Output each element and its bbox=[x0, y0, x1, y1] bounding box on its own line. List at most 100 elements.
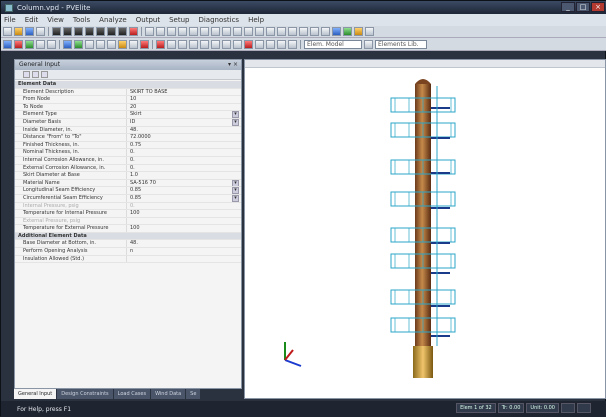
lug-icon[interactable] bbox=[266, 27, 275, 36]
help-icon[interactable] bbox=[365, 27, 374, 36]
property-row[interactable]: Material Name SA-516 70 ▾ bbox=[15, 179, 241, 188]
tray-icon[interactable] bbox=[244, 27, 253, 36]
property-row[interactable]: Temperature for Internal Pressure 100 bbox=[15, 210, 241, 218]
property-row[interactable]: Nominal Thickness, in. 0. bbox=[15, 149, 241, 157]
property-value[interactable]: 0. bbox=[127, 149, 241, 156]
packing-icon[interactable] bbox=[222, 27, 231, 36]
property-row[interactable]: Element Description SKIRT TO BASE bbox=[15, 88, 241, 97]
property-row[interactable]: Element Type Skirt ▾ bbox=[15, 111, 241, 119]
show-labels-icon[interactable] bbox=[167, 39, 176, 49]
platform-icon[interactable] bbox=[156, 27, 165, 36]
panel-pin-icon[interactable]: ▾ × bbox=[228, 60, 238, 70]
solid-icon[interactable] bbox=[118, 39, 127, 49]
side-view-icon[interactable] bbox=[85, 39, 94, 49]
property-value[interactable]: 0. bbox=[127, 165, 241, 172]
menu-file[interactable]: File bbox=[4, 16, 16, 24]
property-row[interactable]: To Node 20 bbox=[15, 103, 241, 112]
weight-icon[interactable] bbox=[178, 27, 187, 36]
property-row[interactable]: Circumferential Seam Efficiency 0.85 ▾ bbox=[15, 194, 241, 203]
zoom-out-icon[interactable] bbox=[25, 39, 34, 49]
property-row[interactable]: Finished Thickness, in. 0.75 bbox=[15, 141, 241, 150]
cut-icon[interactable] bbox=[52, 27, 61, 36]
property-row[interactable]: Inside Diameter, in. 48. bbox=[15, 126, 241, 135]
clear-icon[interactable] bbox=[244, 39, 253, 49]
shell-icon[interactable] bbox=[321, 27, 330, 36]
redo-icon[interactable] bbox=[96, 27, 105, 36]
tab-general-input[interactable]: General Input bbox=[14, 389, 57, 399]
measure-icon[interactable] bbox=[211, 39, 220, 49]
pan-icon[interactable] bbox=[36, 39, 45, 49]
filter-icon[interactable] bbox=[233, 39, 242, 49]
fit-view-icon[interactable] bbox=[47, 39, 56, 49]
dropdown-arrow-icon[interactable]: ▾ bbox=[232, 118, 239, 126]
tab-design-constraints[interactable]: Design Constraints bbox=[57, 389, 113, 399]
options-icon[interactable] bbox=[288, 39, 297, 49]
color-blue-icon[interactable] bbox=[332, 27, 341, 36]
property-value[interactable]: Skirt ▾ bbox=[127, 111, 241, 118]
model-view-panel[interactable] bbox=[244, 59, 606, 399]
property-value[interactable]: SA-516 70 ▾ bbox=[127, 179, 241, 187]
element-model-combo[interactable]: Elem. Model bbox=[304, 39, 362, 49]
new-file-icon[interactable] bbox=[3, 27, 12, 36]
iso-view-icon[interactable] bbox=[63, 39, 72, 49]
menu-output[interactable]: Output bbox=[136, 16, 160, 24]
nozzle-icon[interactable] bbox=[145, 27, 154, 36]
property-value[interactable]: 48. bbox=[127, 127, 241, 134]
property-value[interactable]: ID ▾ bbox=[127, 118, 241, 126]
property-value[interactable]: n bbox=[127, 248, 241, 255]
render-icon[interactable] bbox=[140, 39, 149, 49]
menu-tools[interactable]: Tools bbox=[73, 16, 90, 24]
combo-arrow-icon[interactable] bbox=[364, 39, 373, 49]
property-value[interactable]: 100 bbox=[127, 210, 241, 217]
zoom-in-icon[interactable] bbox=[14, 39, 23, 49]
head-icon[interactable] bbox=[310, 27, 319, 36]
sort-categorized-icon[interactable] bbox=[23, 71, 30, 78]
property-value[interactable]: 72.0000 bbox=[127, 134, 241, 141]
show-dims-icon[interactable] bbox=[200, 39, 209, 49]
property-value[interactable] bbox=[127, 256, 241, 263]
show-axis-icon[interactable] bbox=[189, 39, 198, 49]
property-value[interactable]: 0.75 bbox=[127, 142, 241, 149]
lining-icon[interactable] bbox=[211, 27, 220, 36]
top-view-icon[interactable] bbox=[96, 39, 105, 49]
property-row[interactable]: Skirt Diameter at Base 1.0 bbox=[15, 172, 241, 180]
property-row[interactable]: External Pressure, psig bbox=[15, 217, 241, 226]
property-row[interactable]: Base Diameter at Bottom, in. 48. bbox=[15, 240, 241, 249]
cone-icon[interactable] bbox=[299, 27, 308, 36]
paste-icon[interactable] bbox=[74, 27, 83, 36]
property-value[interactable] bbox=[127, 218, 241, 225]
shaded-icon[interactable] bbox=[129, 39, 138, 49]
show-nodes-icon[interactable] bbox=[156, 39, 165, 49]
minimize-button[interactable]: _ bbox=[561, 2, 575, 12]
undo-icon[interactable] bbox=[85, 27, 94, 36]
vessel-drawing[interactable] bbox=[245, 68, 605, 398]
insert-element-icon[interactable] bbox=[107, 27, 116, 36]
property-value[interactable]: SKIRT TO BASE bbox=[127, 89, 241, 96]
property-value[interactable]: 0.85 ▾ bbox=[127, 187, 241, 194]
property-value[interactable]: 0. bbox=[127, 157, 241, 164]
analyze-icon[interactable] bbox=[129, 27, 138, 36]
menu-view[interactable]: View bbox=[47, 16, 64, 24]
leg-icon[interactable] bbox=[255, 27, 264, 36]
refresh-icon[interactable] bbox=[255, 39, 264, 49]
grid-icon[interactable] bbox=[277, 39, 286, 49]
tab-seismic[interactable]: Se bbox=[186, 389, 201, 399]
property-row[interactable]: Longitudinal Seam Efficiency 0.85 ▾ bbox=[15, 187, 241, 195]
dropdown-arrow-icon[interactable]: ▾ bbox=[232, 194, 239, 202]
property-row[interactable]: Distance "From" to "To" 72.0000 bbox=[15, 134, 241, 142]
top-head[interactable] bbox=[415, 79, 431, 84]
property-value[interactable]: 0.85 ▾ bbox=[127, 194, 241, 202]
property-row[interactable]: Temperature for External Pressure 100 bbox=[15, 225, 241, 233]
menu-analyze[interactable]: Analyze bbox=[99, 16, 127, 24]
property-value[interactable]: 48. bbox=[127, 240, 241, 247]
color-green-icon[interactable] bbox=[343, 27, 352, 36]
body-flange-icon[interactable] bbox=[288, 27, 297, 36]
color-yellow-icon[interactable] bbox=[354, 27, 363, 36]
list-icon[interactable] bbox=[266, 39, 275, 49]
open-folder-icon[interactable] bbox=[14, 27, 23, 36]
property-value[interactable]: 20 bbox=[127, 104, 241, 111]
tab-wind-data[interactable]: Wind Data bbox=[151, 389, 186, 399]
maximize-button[interactable]: □ bbox=[576, 2, 590, 12]
rotate-icon[interactable] bbox=[3, 39, 12, 49]
vessel-skirt[interactable] bbox=[413, 346, 433, 378]
